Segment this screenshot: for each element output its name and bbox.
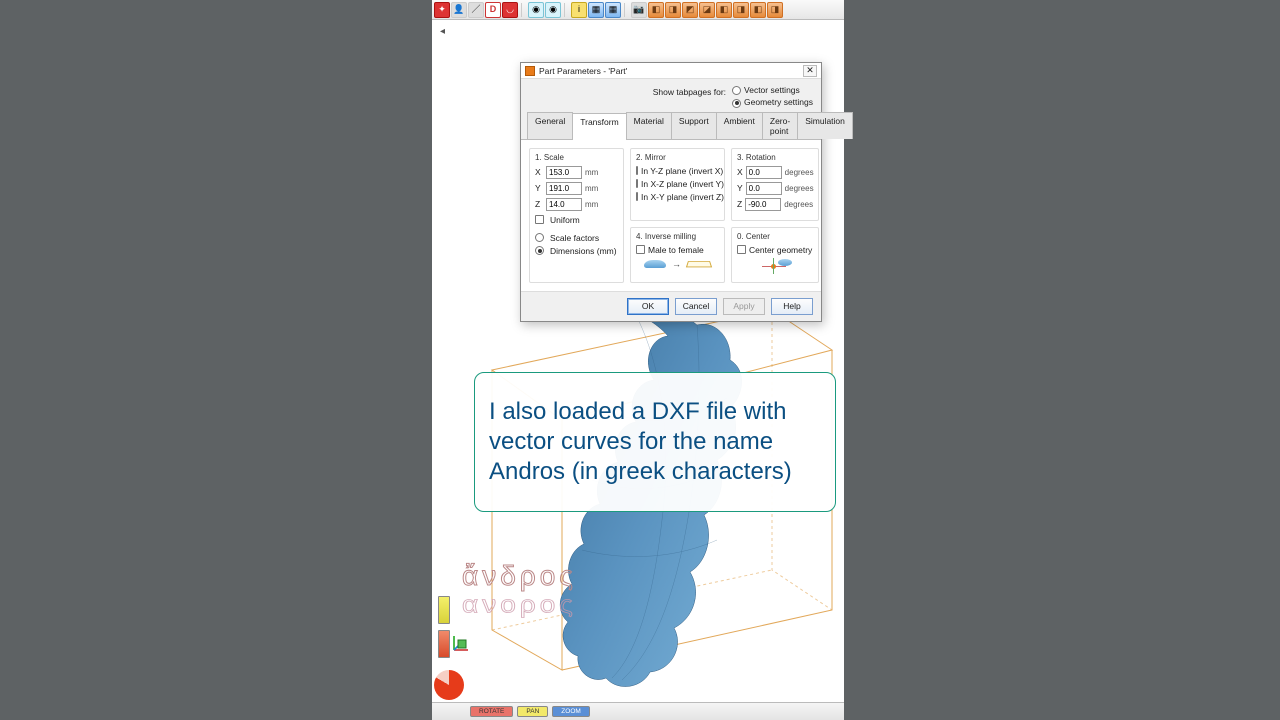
inverse-title: 4. Inverse milling — [636, 232, 719, 241]
axes-icon[interactable]: ✦ — [434, 2, 450, 18]
app-window: ✦ 👤 ／ D ◡ ◉ ◉ i ▦ ▦ 📷 ◧ ◨ ◩ ◪ ◧ ◨ ◧ ◨ ◂ — [432, 0, 844, 720]
inverse-preview-icon: → — [636, 259, 719, 269]
panel-expand-icon[interactable]: ◂ — [440, 26, 445, 37]
status-bar-yellow — [438, 596, 450, 624]
group-mirror: 2. Mirror In Y-Z plane (invert X) In X-Z… — [630, 148, 725, 221]
status-bar-red — [438, 630, 450, 658]
help-button[interactable]: Help — [771, 298, 813, 315]
male-to-female-checkbox[interactable] — [636, 245, 645, 254]
axis-gizmo-icon[interactable] — [450, 632, 472, 654]
cylinder-icon[interactable]: ◉ — [528, 2, 544, 18]
tab-general[interactable]: General — [527, 112, 573, 139]
ruler-icon[interactable]: ／ — [468, 2, 484, 18]
radio-vector-settings[interactable]: Vector settings — [732, 85, 813, 95]
group-scale: 1. Scale Xmm Ymm Zmm Uniform Scale facto… — [529, 148, 624, 283]
tab-transform[interactable]: Transform — [572, 113, 626, 140]
toolbar-separator — [624, 3, 628, 17]
d-icon[interactable]: D — [485, 2, 501, 18]
tab-simulation[interactable]: Simulation — [797, 112, 853, 139]
greek-line2: ανορος — [462, 591, 577, 618]
grid2-icon[interactable]: ▦ — [605, 2, 621, 18]
tab-support[interactable]: Support — [671, 112, 717, 139]
cube-view-icon[interactable]: ◧ — [716, 2, 732, 18]
mirror-yz-checkbox[interactable] — [636, 166, 638, 175]
uniform-checkbox[interactable] — [535, 215, 544, 224]
mirror-xy-checkbox[interactable] — [636, 192, 638, 201]
info-icon[interactable]: i — [571, 2, 587, 18]
scale-y-input[interactable] — [546, 182, 582, 195]
camera-icon[interactable]: 📷 — [631, 2, 647, 18]
rotate-mode-button[interactable]: ROTATE — [470, 706, 513, 717]
tabpages-label: Show tabpages for: — [653, 85, 726, 97]
dialog-titlebar[interactable]: Part Parameters - 'Part' ✕ — [521, 63, 821, 79]
dialog-title: Part Parameters - 'Part' — [539, 66, 803, 76]
radio-scale-factors[interactable] — [535, 233, 544, 242]
radio-geometry-settings[interactable]: Geometry settings — [732, 97, 813, 107]
cube-view-icon[interactable]: ◨ — [665, 2, 681, 18]
cube-view-icon[interactable]: ◨ — [767, 2, 783, 18]
grid1-icon[interactable]: ▦ — [588, 2, 604, 18]
cancel-button[interactable]: Cancel — [675, 298, 717, 315]
scale-z-input[interactable] — [546, 198, 582, 211]
scale-x-label: X — [535, 167, 543, 177]
group-rotation: 3. Rotation Xdegrees Ydegrees Zdegrees — [731, 148, 819, 221]
center-geometry-checkbox[interactable] — [737, 245, 746, 254]
ok-button[interactable]: OK — [627, 298, 669, 315]
progress-pie-icon — [434, 670, 464, 700]
zoom-mode-button[interactable]: ZOOM — [552, 706, 590, 717]
group-inverse: 4. Inverse milling Male to female → — [630, 227, 725, 283]
center-title: 0. Center — [737, 232, 813, 241]
scale-z-label: Z — [535, 199, 543, 209]
toolbar-separator — [564, 3, 568, 17]
mirror-xz-checkbox[interactable] — [636, 179, 638, 188]
rot-y-input[interactable] — [746, 182, 782, 195]
caption-text: I also loaded a DXF file with vector cur… — [489, 397, 821, 487]
cube-view-icon[interactable]: ◧ — [750, 2, 766, 18]
group-center: 0. Center Center geometry — [731, 227, 819, 283]
tab-zero-point[interactable]: Zero-point — [762, 112, 798, 139]
part-parameters-dialog: Part Parameters - 'Part' ✕ Show tabpages… — [520, 62, 822, 322]
radio-dimensions[interactable] — [535, 246, 544, 255]
scale-x-input[interactable] — [546, 166, 582, 179]
status-bar: ROTATE PAN ZOOM — [432, 702, 844, 720]
dialog-tabs: General Transform Material Support Ambie… — [521, 112, 821, 140]
rot-z-input[interactable] — [745, 198, 781, 211]
cube-view-icon[interactable]: ◩ — [682, 2, 698, 18]
greek-line1: ἄνδρος — [462, 560, 577, 592]
pan-mode-button[interactable]: PAN — [517, 706, 548, 717]
caption-overlay: I also loaded a DXF file with vector cur… — [474, 372, 836, 512]
main-toolbar: ✦ 👤 ／ D ◡ ◉ ◉ i ▦ ▦ 📷 ◧ ◨ ◩ ◪ ◧ ◨ ◧ ◨ — [432, 0, 844, 20]
person-icon[interactable]: 👤 — [451, 2, 467, 18]
tab-ambient[interactable]: Ambient — [716, 112, 763, 139]
apply-button: Apply — [723, 298, 765, 315]
rotation-title: 3. Rotation — [737, 153, 813, 162]
close-icon[interactable]: ✕ — [803, 65, 817, 77]
viewport[interactable]: ◂ — [432, 20, 844, 720]
toolbar-separator — [521, 3, 525, 17]
cylinder2-icon[interactable]: ◉ — [545, 2, 561, 18]
cube-view-icon[interactable]: ◪ — [699, 2, 715, 18]
scale-y-label: Y — [535, 183, 543, 193]
cube-view-icon[interactable]: ◨ — [733, 2, 749, 18]
center-preview-icon — [758, 258, 792, 276]
rot-x-input[interactable] — [746, 166, 782, 179]
scale-title: 1. Scale — [535, 153, 618, 162]
dxf-greek-text: ἄνδρος ανορος — [462, 560, 577, 624]
tab-material[interactable]: Material — [626, 112, 672, 139]
mirror-title: 2. Mirror — [636, 153, 719, 162]
cube-view-icon[interactable]: ◧ — [648, 2, 664, 18]
cup-icon[interactable]: ◡ — [502, 2, 518, 18]
dialog-icon — [525, 66, 535, 76]
